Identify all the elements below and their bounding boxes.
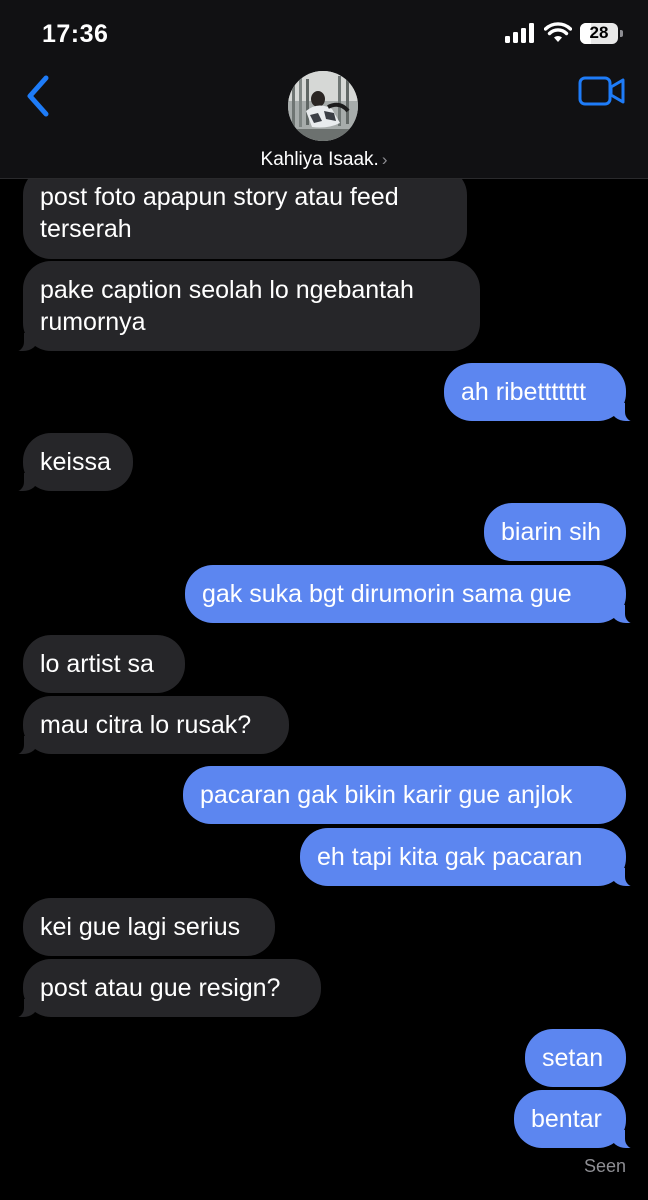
- message-bubble-incoming[interactable]: mau citra lo rusak?: [12, 696, 289, 755]
- chevron-right-icon: ›: [381, 150, 388, 169]
- contact-name: Kahliya Isaak.: [260, 149, 379, 170]
- battery-indicator: 28: [580, 22, 623, 44]
- message-bubble-outgoing[interactable]: bentar: [514, 1090, 637, 1149]
- avatar-photo: [288, 71, 358, 141]
- cellular-signal-icon: [505, 23, 534, 43]
- message-bubble-outgoing[interactable]: ah ribettttttt: [444, 363, 637, 422]
- message-bubble-incoming[interactable]: pake caption seolah lo ngebantah rumorny…: [12, 261, 480, 352]
- message-bubble-outgoing[interactable]: gak suka bgt dirumorin sama gue: [185, 565, 637, 624]
- wifi-icon: [544, 22, 572, 42]
- status-icons: 28: [504, 22, 623, 44]
- message-bubble-incoming[interactable]: keissa: [12, 433, 133, 492]
- message-bubble-incoming[interactable]: kei gue lagi serius: [23, 898, 275, 956]
- status-bar: 17:36 28: [0, 0, 648, 70]
- status-time: 17:36: [42, 20, 109, 48]
- contact-avatar[interactable]: [288, 71, 358, 141]
- contact-name-button[interactable]: Kahliya Isaak. ›: [0, 149, 648, 171]
- facetime-video-button[interactable]: [578, 74, 626, 108]
- battery-percent: 28: [589, 23, 609, 42]
- message-bubble-outgoing[interactable]: eh tapi kita gak pacaran: [300, 828, 637, 887]
- message-bubble-incoming[interactable]: post foto apapun story atau feed tersera…: [23, 167, 467, 259]
- back-button[interactable]: [20, 72, 60, 120]
- message-bubble-outgoing[interactable]: setan: [525, 1029, 626, 1087]
- chevron-left-icon: [27, 75, 49, 117]
- message-thread[interactable]: post foto apapun story atau feed tersera…: [0, 0, 648, 1200]
- message-bubble-incoming[interactable]: lo artist sa: [23, 635, 185, 693]
- read-receipt: Seen: [583, 1156, 626, 1176]
- battery-tip: [620, 29, 623, 37]
- message-bubble-outgoing[interactable]: biarin sih: [484, 503, 626, 561]
- conversation-header: 17:36 28 Kahliya Isaak. ›: [0, 0, 648, 179]
- message-bubble-incoming[interactable]: post atau gue resign?: [12, 959, 321, 1018]
- message-bubble-outgoing[interactable]: pacaran gak bikin karir gue anjlok: [183, 766, 626, 824]
- video-camera-icon: [578, 76, 625, 106]
